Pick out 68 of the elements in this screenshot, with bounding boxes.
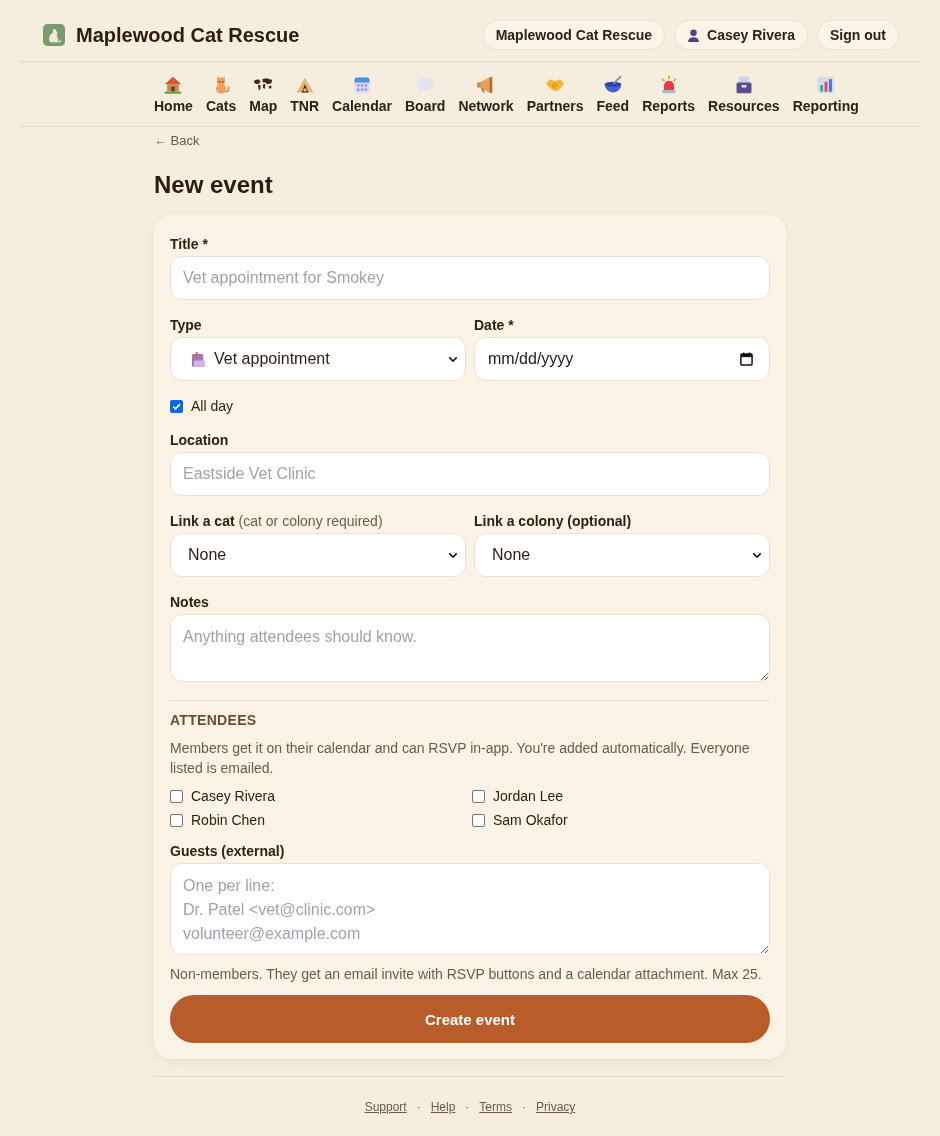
nav-link[interactable]: Partners xyxy=(526,75,584,115)
field-label: Link a cat xyxy=(170,512,235,530)
create-event-button[interactable]: Create event xyxy=(170,995,770,1043)
field-label: Title * xyxy=(170,235,209,253)
field-label: Guests (external) xyxy=(170,842,286,860)
type-select[interactable]: Vet appointment xyxy=(170,337,466,381)
nav-link[interactable]: Network xyxy=(458,75,514,115)
footer-link[interactable]: Privacy xyxy=(536,1099,576,1115)
user-button[interactable]: Casey Rivera xyxy=(674,20,808,50)
location-input[interactable]: Eastside Vet Clinic xyxy=(170,452,770,496)
nav-link[interactable]: Reporting xyxy=(792,75,859,115)
field-hint: (cat or colony required) xyxy=(238,512,383,530)
person-icon xyxy=(687,28,701,42)
nav-link[interactable]: Board xyxy=(404,75,446,115)
guests-hint: Non-members. They get an email invite with RSVP buttons and a calendar attachment. Max 25. xyxy=(170,965,763,983)
chevron-down-icon xyxy=(448,355,458,363)
checkbox[interactable] xyxy=(170,813,183,827)
sign-out-button[interactable]: Sign out xyxy=(817,20,899,50)
first-aid-icon xyxy=(191,350,206,368)
footer-link[interactable]: Terms xyxy=(479,1099,512,1115)
section-heading: ATTENDEES xyxy=(170,711,258,729)
title-input[interactable]: Vet appointment for Smokey xyxy=(170,256,770,300)
nav-link[interactable]: Cats xyxy=(205,75,237,115)
checkbox-label: Sam Okafor xyxy=(493,811,568,829)
calendar-icon xyxy=(740,352,753,366)
guests-textarea[interactable]: One per line: Dr. Patel <vet@clinic.com> volunteer@example.com xyxy=(170,863,770,955)
colony-select[interactable]: None xyxy=(474,533,770,577)
link-separator: · xyxy=(522,1099,526,1115)
link-separator: · xyxy=(416,1099,421,1115)
chevron-down-icon xyxy=(752,551,762,559)
nav-link[interactable]: Resources xyxy=(708,75,780,115)
footer-link[interactable]: Support xyxy=(364,1099,407,1115)
field-label: Link a colony (optional) xyxy=(474,512,633,530)
bar-chart-icon xyxy=(815,75,836,95)
nav-link[interactable]: Calendar xyxy=(332,75,392,115)
calendar-icon xyxy=(352,75,372,95)
nav-link[interactable]: Reports xyxy=(642,75,696,115)
notes-textarea[interactable]: Anything attendees should know. xyxy=(170,614,770,682)
checkbox[interactable] xyxy=(472,789,485,803)
checkbox[interactable] xyxy=(472,813,485,827)
checkbox-label: Robin Chen xyxy=(191,811,265,829)
field-label: Location xyxy=(170,431,230,449)
date-input[interactable]: mm/dd/yyyy xyxy=(474,337,770,381)
field-label: Date * xyxy=(474,316,515,334)
organization-button[interactable]: Maplewood Cat Rescue xyxy=(482,20,666,50)
house-icon xyxy=(163,75,184,95)
field-label: Type xyxy=(170,316,203,334)
checkbox-label: All day xyxy=(191,397,234,415)
cat-select[interactable]: None xyxy=(170,533,466,577)
tent-icon xyxy=(294,75,315,95)
footer-link[interactable]: Help xyxy=(430,1099,456,1115)
link-separator: · xyxy=(465,1099,470,1115)
nav-link[interactable]: Map xyxy=(249,75,278,115)
checkbox[interactable] xyxy=(170,399,183,413)
nav-link[interactable]: TNR xyxy=(290,75,320,115)
cat-logo-icon xyxy=(43,24,65,46)
nav-link[interactable]: Home xyxy=(154,75,193,115)
attendees-description: Members get it on their calendar and can RSVP in-app. You're added automatically. Everyone listed is emailed. xyxy=(170,739,751,778)
field-label: Notes xyxy=(170,593,210,611)
bowl-icon xyxy=(602,75,623,95)
checkbox-label: Casey Rivera xyxy=(191,787,276,805)
back-link[interactable]: ← Back xyxy=(154,133,200,149)
nav-link[interactable]: Feed xyxy=(596,75,630,115)
checkbox-label: Jordan Lee xyxy=(493,787,564,805)
chevron-down-icon xyxy=(448,551,458,559)
checkbox[interactable] xyxy=(170,789,183,803)
brand-name: Maplewood Cat Rescue xyxy=(76,23,300,48)
page-title: New event xyxy=(154,171,274,199)
